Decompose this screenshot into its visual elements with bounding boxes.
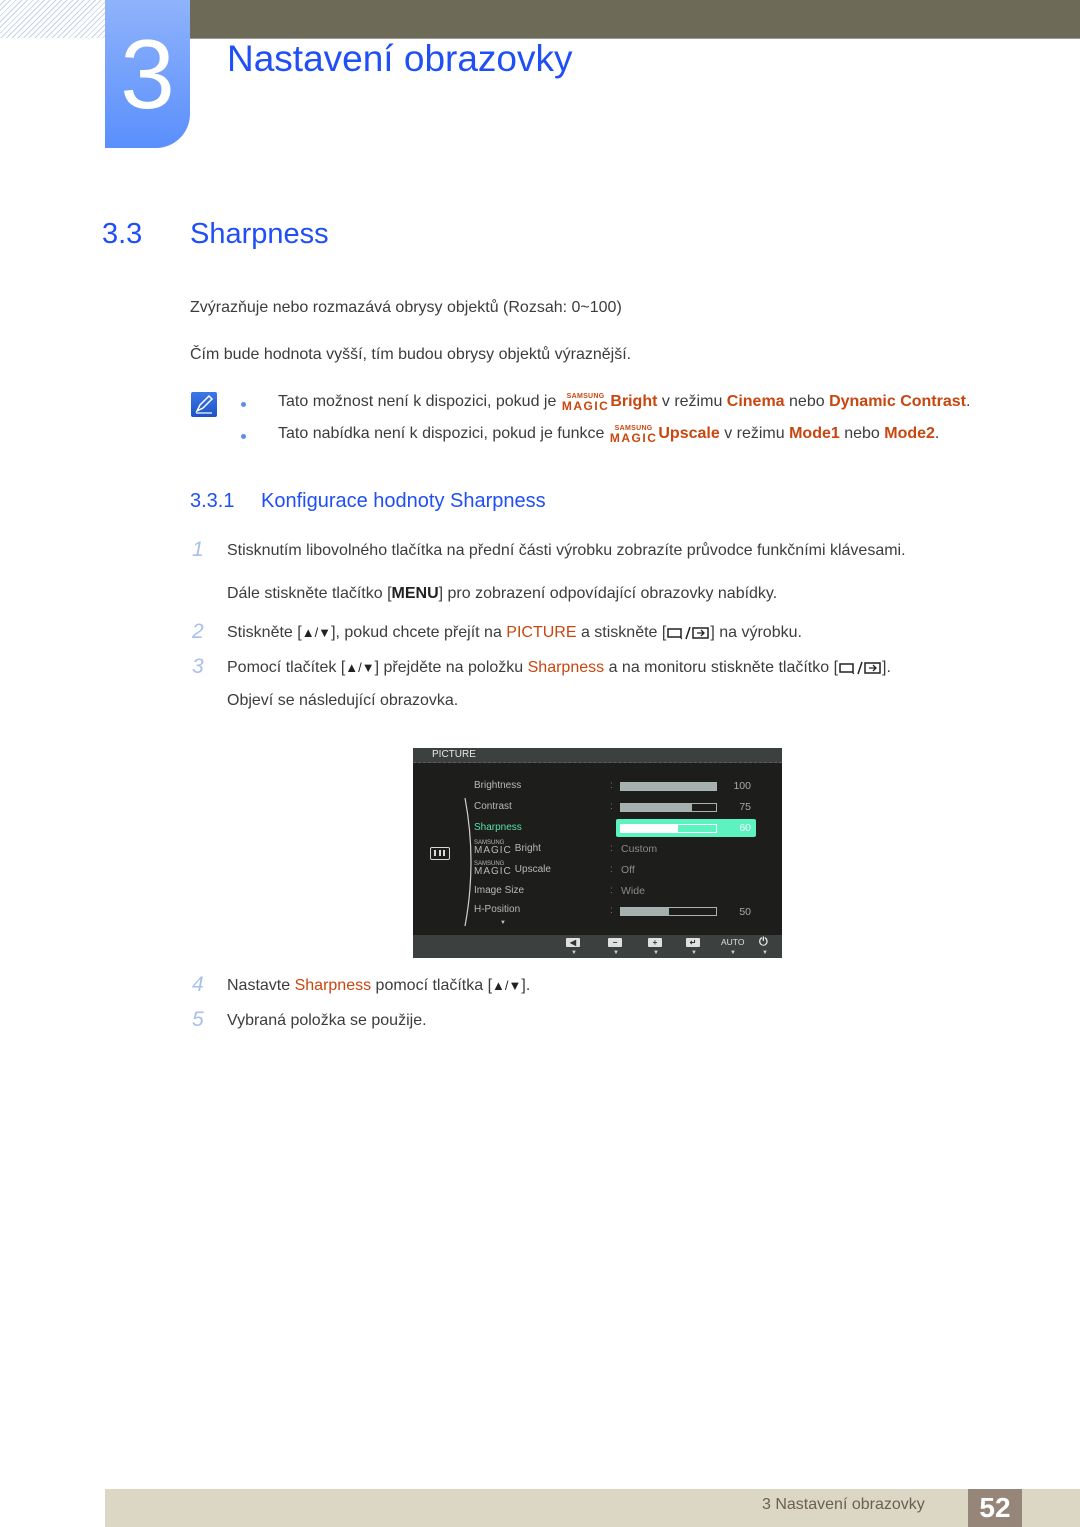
osd-down-indicator-icon: ▼ [653,950,659,956]
up-down-arrow-keys: ▲/▼ [345,660,375,675]
source-enter-key-icon [666,626,710,645]
osd-down-indicator-icon: ▼ [613,950,619,956]
section-title: Sharpness [190,218,329,250]
note-bullet [241,434,246,439]
note-bullet [241,402,246,407]
intro-paragraph-1: Zvýrazňuje nebo rozmazává obrysy objektů… [190,299,622,316]
samsung-magic-logo: SAMSUNG MAGIC [474,840,512,856]
osd-header-label: PICTURE [432,749,476,760]
osd-key-guide: ◀ ▼ − ▼ + ▼ ↵ ▼ AUTO ▼ ⏻ ▼ [413,935,782,958]
osd-down-indicator-icon: ▼ [730,950,736,956]
chapter-title: Nastavení obrazovky [227,38,573,79]
osd-item-brightness[interactable]: Brightness [474,780,521,791]
subsection-title: Konfigurace hodnoty Sharpness [261,490,546,512]
osd-down-indicator-icon: ▼ [571,950,577,956]
mode-name: Mode1 [789,425,840,442]
osd-colon: : [610,801,613,812]
step-text: Objeví se následující obrazovka. [227,692,459,709]
osd-auto-button[interactable]: AUTO [721,937,744,947]
osd-power-icon[interactable]: ⏻ [759,936,768,949]
intro-paragraph-2: Čím bude hodnota vyšší, tím budou obrysy… [190,346,632,363]
page-number: 52 [968,1489,1022,1527]
osd-item-contrast[interactable]: Contrast [474,801,512,812]
osd-item-magic-bright[interactable]: SAMSUNG MAGIC Bright [474,840,541,856]
step-number: 2 [192,620,204,643]
up-down-arrow-keys: ▲/▼ [301,625,332,640]
note-item: Tato možnost není k dispozici, pokud je … [278,393,971,413]
osd-colon: : [610,822,613,833]
osd-left-arrow-icon[interactable]: ◀ [566,938,580,947]
osd-enter-icon[interactable]: ↵ [686,938,700,947]
step-text: Pomocí tlačítek [▲/▼] přejděte na položk… [227,659,891,680]
step-text: Vybraná položka se použije. [227,1012,427,1029]
picture-menu-icon [430,847,450,860]
source-enter-key-icon [838,661,882,680]
osd-colon: : [610,864,613,875]
osd-item-sharpness[interactable]: Sharpness [474,822,522,833]
osd-bar-contrast [620,803,717,812]
osd-colon: : [610,780,613,791]
osd-item-h-position[interactable]: H-Position [474,904,520,915]
menu-name: PICTURE [506,624,577,641]
step-text: Dále stiskněte tlačítko [MENU] pro zobra… [227,585,778,602]
osd-plus-icon[interactable]: + [648,938,662,947]
osd-value-image-size: Wide [621,885,645,897]
subsection-number: 3.3.1 [190,490,235,512]
osd-picture-menu: PICTURE Brightness : 100 Contrast : 75 S… [413,748,782,958]
step-number: 4 [192,973,204,996]
note-pencil-icon [191,392,217,417]
osd-colon: : [610,905,613,916]
osd-item-magic-upscale[interactable]: SAMSUNG MAGIC Upscale [474,861,551,877]
up-down-arrow-keys: ▲/▼ [492,978,522,993]
header-bar [190,0,1080,38]
note-item: Tato nabídka není k dispozici, pokud je … [278,425,940,445]
menu-item-name: Sharpness [527,659,605,676]
step-number: 1 [192,538,204,561]
osd-down-indicator-icon: ▼ [762,950,768,956]
header-hatch-decoration [0,0,105,38]
menu-item-name: Sharpness [294,977,372,994]
osd-down-indicator-icon: ▼ [691,950,697,956]
step-number: 5 [192,1008,204,1031]
page-footer [105,1489,1080,1527]
step-text: Nastavte Sharpness pomocí tlačítka [▲/▼]… [227,977,531,994]
feature-name: Bright [610,393,658,410]
osd-value-h-position: 50 [739,906,751,918]
osd-scroll-down-icon[interactable]: ▼ [500,920,506,926]
osd-value-brightness: 100 [733,780,751,792]
menu-key: MENU [391,585,439,602]
osd-colon: : [610,885,613,896]
osd-value-magic-upscale: Off [621,864,635,876]
feature-name: Upscale [658,425,720,442]
mode-name: Dynamic Contrast [829,393,966,410]
samsung-magic-logo: SAMSUNG MAGIC [609,425,658,445]
osd-value-magic-bright: Custom [621,843,658,855]
osd-item-image-size[interactable]: Image Size [474,885,524,896]
osd-bar-h-position [620,907,717,916]
osd-header: PICTURE [413,748,782,763]
note-text: Tato nabídka není k dispozici, pokud je … [278,425,609,442]
footer-chapter-label: 3 Nastavení obrazovky [762,1496,925,1513]
step-number: 3 [192,655,204,678]
osd-minus-icon[interactable]: − [608,938,622,947]
osd-value-sharpness: 60 [739,822,751,834]
section-number: 3.3 [102,218,143,250]
samsung-magic-logo: SAMSUNG MAGIC [561,393,610,413]
step-text: Stisknutím libovolného tlačítka na předn… [227,542,906,559]
osd-colon: : [610,843,613,854]
osd-value-contrast: 75 [739,801,751,813]
osd-bar-sharpness [620,824,717,833]
step-text: Stiskněte [▲/▼], pokud chcete přejít na … [227,624,802,645]
osd-bar-brightness [620,782,717,791]
mode-name: Mode2 [884,425,935,442]
chapter-number-badge: 3 [105,0,190,148]
samsung-magic-logo: SAMSUNG MAGIC [474,861,512,877]
mode-name: Cinema [726,393,785,410]
note-text: Tato možnost není k dispozici, pokud je [278,393,561,410]
